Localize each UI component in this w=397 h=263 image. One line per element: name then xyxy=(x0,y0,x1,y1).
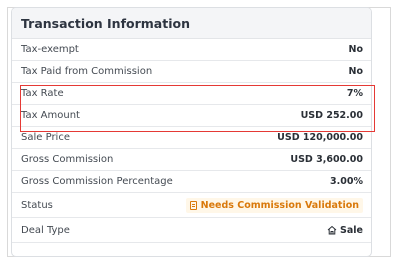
deal-type-text: Sale xyxy=(340,224,363,236)
row-label: Tax Paid from Commission xyxy=(21,66,153,77)
row-deal-type: Deal Type Sale xyxy=(12,218,371,243)
row-sale-price: Sale Price USD 120,000.00 xyxy=(12,127,371,149)
row-tax-amount: Tax Amount USD 252.00 xyxy=(12,105,371,127)
row-status: Status Needs Commission Validation xyxy=(12,193,371,218)
row-value: No xyxy=(348,44,363,55)
row-gross-commission: Gross Commission USD 3,600.00 xyxy=(12,149,371,171)
row-tax-paid-from-commission: Tax Paid from Commission No xyxy=(12,61,371,83)
status-text: Needs Commission Validation xyxy=(200,199,359,211)
deal-type-value: Sale xyxy=(327,225,363,236)
row-label: Tax Rate xyxy=(21,88,64,99)
row-value: 7% xyxy=(346,88,363,99)
row-label: Gross Commission xyxy=(21,154,114,165)
row-value: USD 252.00 xyxy=(300,110,363,121)
card-header: Transaction Information xyxy=(12,8,371,39)
row-tax-rate: Tax Rate 7% xyxy=(12,83,371,105)
transaction-information-card: Transaction Information Tax-exempt No Ta… xyxy=(11,7,372,257)
document-icon xyxy=(189,200,197,210)
row-label: Deal Type xyxy=(21,224,70,236)
row-label: Status xyxy=(21,199,53,211)
card-title: Transaction Information xyxy=(21,15,190,31)
row-value: USD 3,600.00 xyxy=(290,154,363,165)
row-tax-exempt: Tax-exempt No xyxy=(12,39,371,61)
row-label: Sale Price xyxy=(21,132,70,143)
status-badge[interactable]: Needs Commission Validation xyxy=(185,197,363,213)
row-label: Tax Amount xyxy=(21,110,80,121)
row-value: No xyxy=(348,66,363,77)
home-icon xyxy=(327,225,337,235)
row-value: 3.00% xyxy=(330,176,363,187)
row-label: Tax-exempt xyxy=(21,44,79,55)
row-gross-commission-percentage: Gross Commission Percentage 3.00% xyxy=(12,171,371,193)
row-label: Gross Commission Percentage xyxy=(21,176,173,187)
row-value: USD 120,000.00 xyxy=(277,132,363,143)
